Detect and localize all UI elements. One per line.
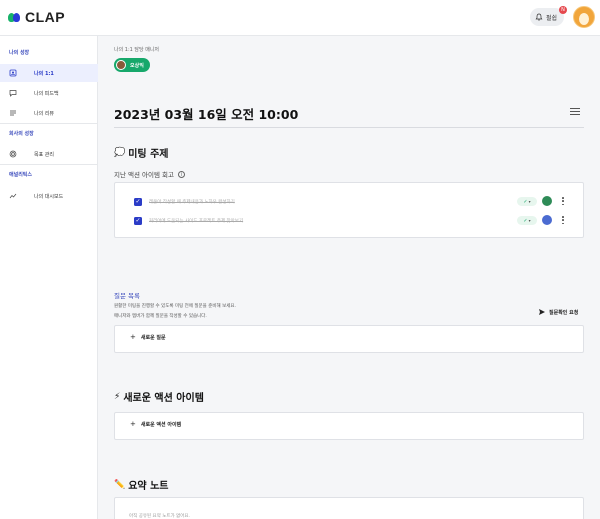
questions-card [114,325,584,353]
status-check-icon: ✓ [523,217,528,224]
list-icon [8,108,18,118]
request-confirm-button[interactable]: 질문확인 요청 [538,308,578,316]
checkbox[interactable]: ✓ [134,198,142,206]
chevron-down-icon: ▾ [528,218,531,223]
logo-text: CLAP [25,9,66,25]
add-question-label: 새로운 질문 [140,334,166,341]
summary-heading: ✏️ 요약 노트 [114,477,169,493]
notification-label: 펄쉽 [546,14,558,22]
status-dropdown[interactable]: ✓ ▾ [517,216,537,225]
add-action-item-button[interactable]: + 새로운 액션 아이템 [130,420,181,428]
sidebar-section-analytics: 애널리틱스 [9,172,33,178]
sidebar-divider [0,164,98,165]
manager-avatar [116,60,126,70]
chat-icon [8,88,18,98]
manager-name: 오상익 [130,62,144,69]
sidebar-item-label: 나의 리뷰 [34,110,54,117]
add-question-button[interactable]: + 새로운 질문 [130,333,166,341]
manager-label: 나의 1:1 담당 매니저 [114,47,160,53]
add-action-item-label: 새로운 액션 아이템 [140,421,182,428]
meeting-date-title: 2023년 03월 16일 오전 10:00 [114,107,299,122]
action-item-row[interactable]: ✓ 커리어에 도움되는 사이드 프로젝트 주제 찾아보기 [134,215,574,227]
new-actions-card [114,412,584,440]
lightning-icon: ⚡ [114,391,121,402]
sidebar-item-dashboard[interactable]: 나의 대시보드 [0,187,98,205]
app-logo[interactable]: CLAP [8,9,65,25]
menu-icon[interactable] [570,108,580,116]
chevron-down-icon: ▾ [528,199,531,204]
summary-card[interactable]: 아직 공유된 요약 노트가 없어요. [114,497,584,519]
manager-chip[interactable]: 오상익 [114,58,150,72]
action-items-card: ✓ 레온아 작성할 때 주제내용과 노하우 완성하기 ✓ ▾ ✓ 커리어에 도움되… [114,182,584,238]
sidebar-item-label: 목표 관리 [34,151,54,158]
status-check-icon: ✓ [523,198,528,205]
more-options-icon[interactable] [562,216,564,224]
checkbox[interactable]: ✓ [134,217,142,225]
sidebar-item-review[interactable]: 나의 리뷰 [0,104,98,122]
sidebar-item-label: 나의 대시보드 [34,193,64,200]
target-icon [8,149,18,159]
summary-title: 요약 노트 [128,481,169,492]
sidebar: 나의 성장 나의 1:1 나의 피드백 나의 리뷰 회사의 성장 목표 관리 애… [0,36,98,519]
review-label-row: 지난 액션 아이템 회고 i [114,169,186,179]
pencil-icon: ✏️ [114,479,126,490]
topic-heading: 💭 미팅 주제 [114,145,169,161]
bell-icon [535,13,543,21]
title-divider [114,127,584,128]
questions-desc-line2: 매니저와 멤버가 함께 질문을 작성할 수 있습니다. [114,314,207,319]
request-confirm-label: 질문확인 요청 [549,309,579,316]
user-avatar[interactable] [573,6,595,28]
notification-button[interactable]: 펄쉽 N [530,6,567,26]
plus-icon: + [130,333,136,341]
action-item-text: 레온아 작성할 때 주제내용과 노하우 완성하기 [149,200,235,205]
assignee-avatar[interactable] [542,196,552,206]
sidebar-item-label: 나의 1:1 [34,70,54,77]
status-dropdown[interactable]: ✓ ▾ [517,197,537,206]
avatar-face-icon [579,13,589,25]
sidebar-item-goals[interactable]: 목표 관리 [0,145,98,163]
summary-placeholder: 아직 공유된 요약 노트가 없어요. [129,514,190,519]
send-icon [539,309,545,315]
plus-icon: + [130,420,136,428]
sidebar-item-label: 나의 피드백 [34,90,59,97]
questions-desc-line1: 원활한 미팅을 진행할 수 있도록 미팅 전에 질문을 준비해 보세요. [114,304,236,309]
assignee-avatar[interactable] [542,215,552,225]
sidebar-divider [0,123,98,124]
topic-title: 미팅 주제 [128,149,169,160]
action-item-row[interactable]: ✓ 레온아 작성할 때 주제내용과 노하우 완성하기 [134,196,574,208]
action-item-text: 커리어에 도움되는 사이드 프로젝트 주제 찾아보기 [149,219,244,224]
main-content: 나의 1:1 담당 매니저 오상익 2023년 03월 16일 오전 10:00… [98,36,600,519]
notification-badge: N [559,6,567,14]
sidebar-section-growth: 나의 성장 [9,50,30,56]
new-actions-heading: ⚡ 새로운 액션 아이템 [114,389,204,405]
sidebar-section-company: 회사의 성장 [9,131,34,137]
one-on-one-icon [8,68,18,78]
sidebar-item-one-on-one[interactable]: 나의 1:1 [0,64,98,82]
top-bar: CLAP 펄쉽 N [0,0,600,36]
review-label: 지난 액션 아이템 회고 [114,171,175,179]
more-options-icon[interactable] [562,197,564,205]
thought-bubble-icon: 💭 [114,147,126,158]
trend-icon [8,191,18,201]
new-actions-title: 새로운 액션 아이템 [123,393,204,404]
info-icon[interactable]: i [178,170,186,178]
logo-mark-icon [8,11,22,23]
sidebar-item-feedback[interactable]: 나의 피드백 [0,84,98,102]
questions-title: 질문 목록 [114,292,140,300]
